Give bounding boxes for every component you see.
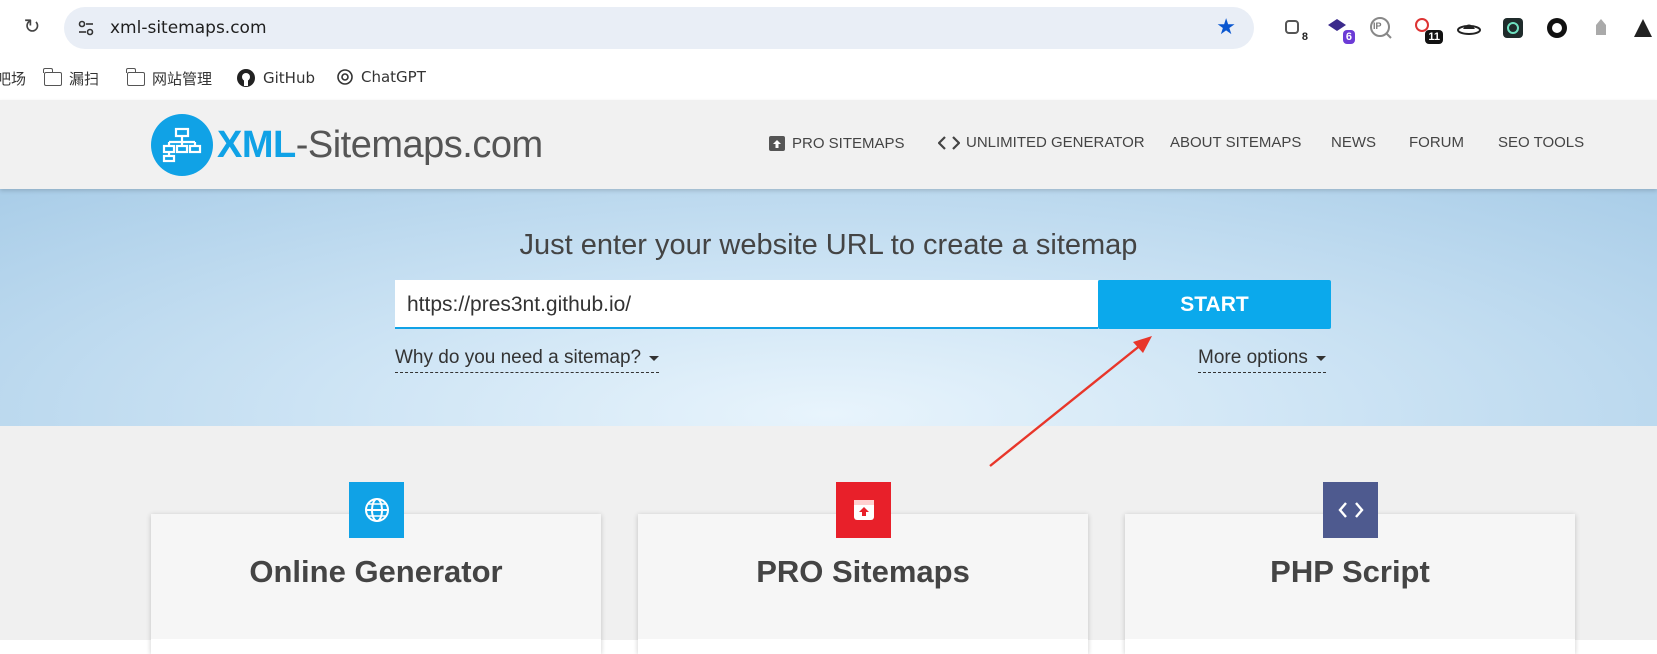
extension-icon-1[interactable]: 8 — [1279, 14, 1308, 43]
bookmark-label: 漏扫 — [69, 70, 100, 88]
code-icon — [1323, 482, 1378, 538]
bookmark-chatgpt[interactable]: ChatGPT — [336, 68, 426, 86]
nav-forum[interactable]: FORUM — [1409, 134, 1464, 151]
nav-pro-sitemaps[interactable]: PRO SITEMAPS — [768, 134, 905, 152]
extension-icon-7[interactable] — [1543, 14, 1571, 42]
nav-label: ABOUT SITEMAPS — [1170, 134, 1302, 151]
sitemap-logo-icon — [151, 114, 213, 176]
reload-icon[interactable]: ↻ — [20, 15, 44, 39]
more-options-toggle[interactable]: More options — [1198, 347, 1326, 373]
caret-down-icon — [1315, 355, 1326, 361]
ip-extension-icon[interactable]: IP — [1367, 14, 1395, 42]
site-logo[interactable]: XML-Sitemaps.com — [151, 114, 543, 176]
extension-badge: 11 — [1425, 30, 1443, 44]
folder-icon — [126, 67, 145, 86]
card-body — [1125, 639, 1575, 654]
nav-label: NEWS — [1331, 134, 1376, 151]
bookmark-label: 吧场 — [0, 70, 27, 88]
card-body — [151, 639, 601, 654]
extension-icon-6[interactable] — [1499, 14, 1527, 42]
extension-icon-4[interactable]: 11 — [1411, 14, 1443, 44]
bookmark-label: GitHub — [263, 69, 315, 87]
extension-badge: 8 — [1301, 31, 1308, 43]
pro-icon — [769, 136, 785, 151]
bookmark-folder[interactable]: 漏扫 — [43, 67, 100, 89]
chatgpt-icon — [337, 69, 353, 85]
upload-box-icon — [836, 482, 891, 538]
bookmark-item[interactable]: 吧场 — [0, 68, 26, 89]
extension-icon-9[interactable] — [1629, 14, 1657, 42]
logo-text: XML-Sitemaps.com — [217, 124, 543, 167]
github-icon — [237, 69, 255, 87]
card-title: PRO Sitemaps — [756, 554, 970, 589]
more-options-label: More options — [1198, 347, 1308, 368]
logo-xml: XML — [217, 123, 296, 166]
extension-badge: 6 — [1342, 30, 1355, 44]
extension-icon-8[interactable] — [1587, 14, 1615, 42]
bookmark-github[interactable]: GitHub — [236, 68, 315, 88]
why-sitemap-label: Why do you need a sitemap? — [395, 347, 642, 368]
address-bar[interactable]: xml-sitemaps.com ★ — [64, 7, 1254, 49]
extension-icon-2[interactable]: 6 — [1323, 14, 1355, 44]
bookmark-folder[interactable]: 网站管理 — [126, 67, 213, 89]
caret-down-icon — [649, 355, 660, 361]
site-info-icon[interactable] — [76, 18, 96, 38]
browser-toolbar: ↻ xml-sitemaps.com ★ 8 6 IP 11 — [0, 0, 1657, 56]
folder-icon — [43, 67, 62, 86]
globe-icon — [349, 482, 404, 538]
why-sitemap-toggle[interactable]: Why do you need a sitemap? — [395, 347, 660, 373]
bookmark-star-icon[interactable]: ★ — [1216, 14, 1236, 40]
url-text[interactable]: xml-sitemaps.com — [110, 18, 267, 38]
bookmarks-bar: 吧场 漏扫 网站管理 GitHub ChatGPT — [0, 56, 1657, 100]
website-url-input[interactable]: https://pres3nt.github.io/ — [395, 280, 1098, 329]
nav-unlimited-generator[interactable]: UNLIMITED GENERATOR — [938, 134, 1145, 151]
card-title: Online Generator — [249, 554, 503, 589]
card-title: PHP Script — [1270, 554, 1430, 589]
code-icon — [938, 135, 960, 150]
site-header: XML-Sitemaps.com PRO SITEMAPS UNLIMITED … — [0, 100, 1657, 189]
bookmark-label: ChatGPT — [361, 68, 426, 86]
nav-news[interactable]: NEWS — [1331, 134, 1376, 151]
hero-title: Just enter your website URL to create a … — [519, 229, 1138, 261]
nav-seo-tools[interactable]: SEO TOOLS — [1498, 134, 1584, 151]
hero-section: Just enter your website URL to create a … — [0, 189, 1657, 426]
extension-icon-5[interactable] — [1455, 14, 1483, 42]
nav-label: PRO SITEMAPS — [792, 134, 905, 152]
nav-label: UNLIMITED GENERATOR — [966, 134, 1145, 151]
start-button[interactable]: START — [1098, 280, 1331, 329]
card-body — [638, 639, 1088, 654]
nav-about-sitemaps[interactable]: ABOUT SITEMAPS — [1170, 134, 1301, 151]
nav-label: FORUM — [1409, 134, 1464, 151]
ip-label: IP — [1373, 21, 1382, 31]
bookmark-label: 网站管理 — [152, 70, 213, 88]
logo-rest: -Sitemaps.com — [295, 123, 543, 166]
nav-label: SEO TOOLS — [1498, 134, 1585, 151]
